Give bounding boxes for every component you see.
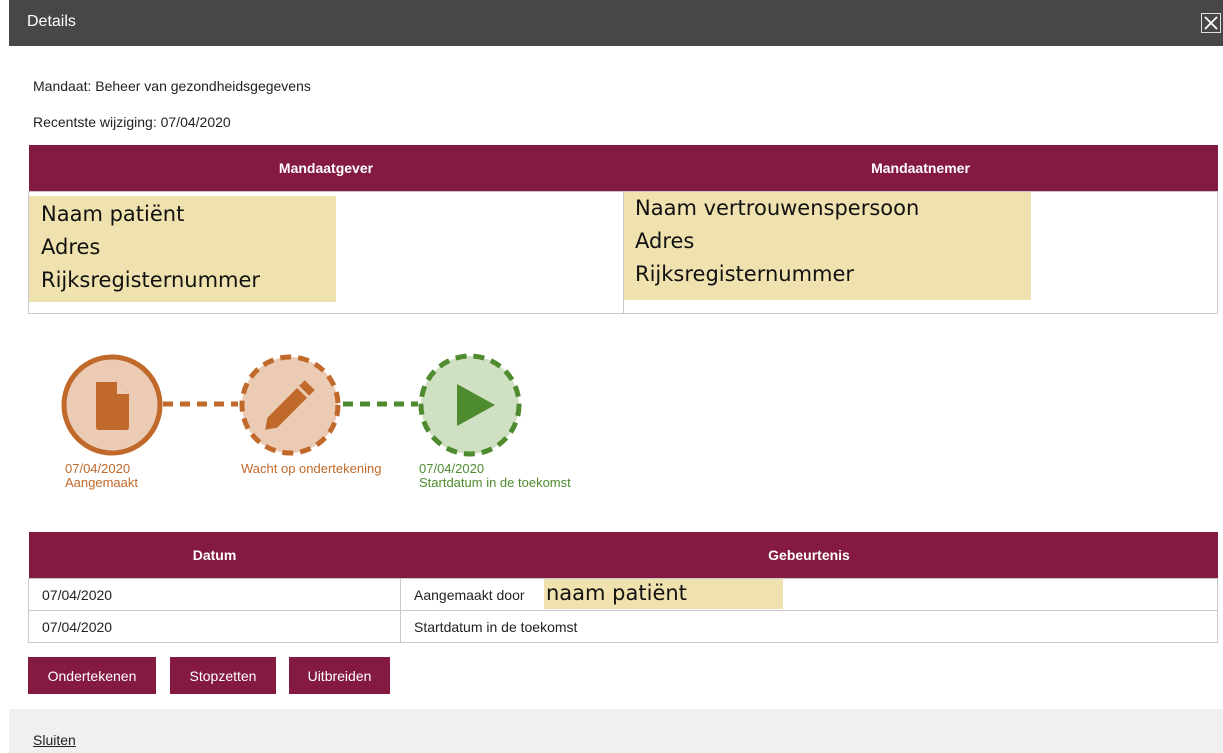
receiver-national-number: Rijksregisternummer — [635, 262, 855, 286]
table-row: 07/04/2020 Aangemaakt door naam patiënt — [28, 578, 1218, 611]
sign-button[interactable]: Ondertekenen — [28, 657, 156, 694]
mandate-type: Mandaat: Beheer van gezondheidsgegevens — [33, 78, 311, 94]
giver-address: Adres — [41, 235, 101, 259]
event-description: Startdatum in de toekomst — [400, 610, 1218, 643]
mandaatgever-cell: Naam patiënt Adres Rijksregisternummer — [28, 191, 624, 314]
extend-button[interactable]: Uitbreiden — [289, 657, 390, 694]
events-table: Datum Gebeurtenis 07/04/2020 Aangemaakt … — [28, 532, 1218, 643]
step-awaiting-label: Wacht op ondertekening — [241, 462, 381, 476]
step-created-status: Aangemaakt — [65, 475, 138, 490]
header-datum: Datum — [28, 532, 401, 579]
step-created-date: 07/04/2020 — [65, 461, 131, 476]
parties-table: Mandaatgever Mandaatnemer Naam patiënt A… — [28, 145, 1218, 314]
event-actor: naam patiënt — [544, 579, 783, 609]
event-description: Aangemaakt door — [414, 586, 525, 603]
event-date: 07/04/2020 — [28, 578, 401, 611]
event-date: 07/04/2020 — [28, 610, 401, 643]
giver-details: Naam patiënt Adres Rijksregisternummer — [29, 196, 336, 302]
header-mandaatgever: Mandaatgever — [28, 145, 624, 192]
last-change: Recentste wijziging: 07/04/2020 — [33, 114, 231, 130]
header-mandaatnemer: Mandaatnemer — [623, 145, 1218, 192]
step-future-date: 07/04/2020 — [419, 461, 485, 476]
dialog-footer: Sluiten — [9, 709, 1223, 753]
header-gebeurtenis: Gebeurtenis — [400, 532, 1218, 579]
receiver-details: Naam vertrouwenspersoon Adres Rijksregis… — [624, 192, 1031, 300]
step-future-status: Startdatum in de toekomst — [419, 475, 571, 490]
status-timeline: 07/04/2020 Aangemaakt Wacht op onderteke… — [0, 340, 700, 510]
mandaatnemer-cell: Naam vertrouwenspersoon Adres Rijksregis… — [623, 191, 1218, 314]
stop-button[interactable]: Stopzetten — [170, 657, 276, 694]
close-icon[interactable] — [1201, 13, 1221, 33]
step-awaiting-status: Wacht op ondertekening — [241, 461, 382, 476]
close-link[interactable]: Sluiten — [33, 732, 76, 748]
giver-national-number: Rijksregisternummer — [41, 268, 261, 292]
event-description-cell: Aangemaakt door naam patiënt — [400, 578, 1218, 611]
dialog-titlebar: Details — [9, 0, 1223, 46]
receiver-address: Adres — [635, 229, 695, 253]
giver-name: Naam patiënt — [41, 202, 185, 226]
dialog-title: Details — [27, 13, 76, 30]
step-created-label: 07/04/2020 Aangemaakt — [65, 462, 138, 490]
table-row: 07/04/2020 Startdatum in de toekomst — [28, 610, 1218, 643]
pencil-icon — [239, 354, 341, 456]
document-icon — [61, 354, 163, 456]
play-icon — [418, 353, 522, 457]
receiver-name: Naam vertrouwenspersoon — [635, 196, 920, 220]
step-future-label: 07/04/2020 Startdatum in de toekomst — [419, 462, 571, 490]
